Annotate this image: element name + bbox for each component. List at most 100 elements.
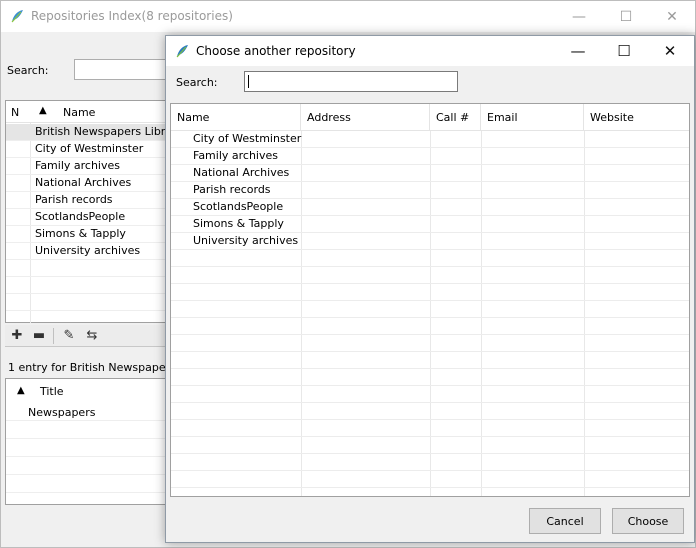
remove-icon[interactable]: ▬ [32,329,46,343]
edit-icon[interactable]: ✎ [62,329,76,343]
repository-row[interactable]: Family archives [6,158,174,175]
repository-name: University archives [35,244,141,257]
bg-close-button[interactable]: ✕ [649,1,695,32]
empty-row [171,335,689,352]
maximize-icon: ☐ [619,8,633,25]
sort-ascending-icon: ▲ [39,105,47,116]
grid-row[interactable]: ScotlandsPeople [171,199,689,216]
grid-cell-name: ScotlandsPeople [193,200,284,213]
repository-toolbar: ✚ ▬ ✎ ⇆ [5,325,175,347]
repository-row[interactable]: National Archives [6,175,174,192]
grid-row[interactable]: Simons & Tapply [171,216,689,233]
repository-grid[interactable]: Name Address Call # Email Website City o… [170,103,690,497]
repository-row[interactable]: University archives [6,243,174,260]
choose-button[interactable]: Choose [612,508,684,534]
column-header-name[interactable]: Name [171,104,301,131]
empty-row [171,267,689,284]
grid-row[interactable]: University archives [171,233,689,250]
empty-row [6,422,174,439]
repository-name: ScotlandsPeople [35,210,126,223]
bg-search-label: Search: [7,64,49,77]
close-icon: ✕ [663,42,677,60]
empty-row [171,284,689,301]
source-row[interactable]: Newspapers [6,404,174,421]
repository-list-header: N ▲ Name [6,101,174,123]
empty-row [6,260,174,277]
column-label: Email [487,111,518,124]
cancel-button[interactable]: Cancel [529,508,601,534]
column-header-call-number[interactable]: Call # [430,104,481,131]
dialog-titlebar: Choose another repository — ☐ ✕ [166,36,694,66]
maximize-icon: ☐ [617,42,631,60]
bg-search-input[interactable] [74,59,174,80]
empty-row [171,301,689,318]
text-caret [248,75,249,88]
dialog-search-input[interactable] [244,71,458,92]
repository-name: Simons & Tapply [35,227,126,240]
source-list-header: ▲ Title [6,379,174,403]
choose-repository-dialog: Choose another repository — ☐ ✕ Search: … [165,35,695,543]
empty-row [171,352,689,369]
grid-cell-name: Parish records [193,183,271,196]
empty-row [171,471,689,488]
toolbar-separator [53,328,54,344]
empty-row [6,458,174,475]
minimize-icon: — [572,8,586,25]
repository-row[interactable]: British Newspapers Library [6,124,183,141]
background-window-title: Repositories Index(8 repositories) [31,9,233,23]
column-header-name[interactable]: Name [63,106,95,119]
empty-row [6,277,174,294]
column-header-n[interactable]: N [11,106,19,119]
app-feather-icon [176,45,188,58]
repository-row[interactable]: City of Westminster [6,141,174,158]
empty-row [171,403,689,420]
column-header-title[interactable]: Title [40,385,64,398]
column-label: Call # [436,111,470,124]
column-label: Address [307,111,351,124]
column-label: Name [177,111,210,124]
repository-name: National Archives [35,176,132,189]
empty-row [171,386,689,403]
empty-row [171,318,689,335]
dialog-title: Choose another repository [196,44,356,58]
empty-row [6,294,174,311]
grid-row[interactable]: City of Westminster [171,131,689,148]
repository-row[interactable]: Parish records [6,192,174,209]
grid-cell-name: National Archives [193,166,290,179]
repository-name: Family archives [35,159,120,172]
column-header-email[interactable]: Email [481,104,584,131]
background-titlebar: Repositories Index(8 repositories) — ☐ ✕ [1,1,695,32]
dialog-minimize-button[interactable]: — [555,36,601,66]
column-header-address[interactable]: Address [301,104,430,131]
close-icon: ✕ [666,8,678,25]
dialog-maximize-button[interactable]: ☐ [601,36,647,66]
app-feather-icon [11,10,23,23]
grid-cell-name: University archives [193,234,299,247]
add-icon[interactable]: ✚ [10,329,24,343]
merge-icon[interactable]: ⇆ [85,329,99,343]
source-title: Newspapers [28,406,96,419]
source-list[interactable]: ▲ Title Newspapers [5,378,175,505]
dialog-close-button[interactable]: ✕ [647,36,693,66]
repository-name: Parish records [35,193,113,206]
grid-row[interactable]: Family archives [171,148,689,165]
repository-list[interactable]: N ▲ Name British Newspapers Library City… [5,100,183,323]
repository-row[interactable]: ScotlandsPeople [6,209,174,226]
empty-row [6,476,174,493]
empty-row [6,440,174,457]
minimize-icon: — [570,42,586,60]
grid-cell-name: Family archives [193,149,278,162]
empty-row [171,454,689,471]
grid-cell-name: City of Westminster [193,132,302,145]
bg-maximize-button[interactable]: ☐ [603,1,649,32]
column-header-website[interactable]: Website [584,104,689,131]
column-label: Website [590,111,634,124]
bg-minimize-button[interactable]: — [556,1,602,32]
empty-row [171,369,689,386]
grid-row[interactable]: National Archives [171,165,689,182]
grid-row[interactable]: Parish records [171,182,689,199]
dialog-search-label: Search: [176,76,218,89]
repository-row[interactable]: Simons & Tapply [6,226,174,243]
repository-name: City of Westminster [35,142,144,155]
grid-cell-name: Simons & Tapply [193,217,284,230]
